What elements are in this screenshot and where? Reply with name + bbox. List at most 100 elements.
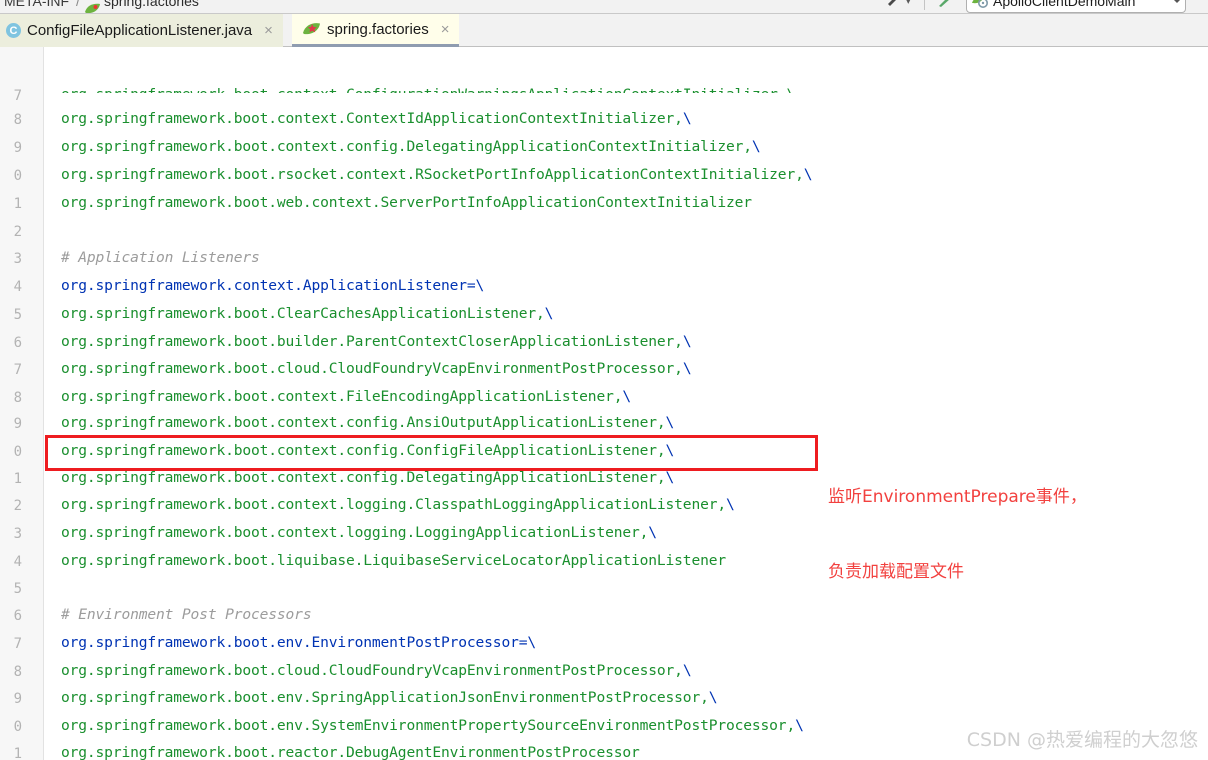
- code-token: =\: [518, 634, 536, 651]
- code-token: \: [622, 388, 631, 405]
- line-number: 1: [13, 196, 22, 212]
- java-class-icon: C: [6, 23, 21, 38]
- run-configuration-label: ApolloClientDemoMain: [993, 0, 1136, 9]
- line-comment-environment-post-processors[interactable]: # Environment Post Processors: [61, 607, 312, 623]
- line-ansi-output-listener[interactable]: org.springframework.boot.context.config.…: [61, 415, 674, 431]
- chevron-down-icon[interactable]: [1173, 0, 1181, 3]
- code-token: \: [682, 662, 692, 679]
- line-delegating-listener[interactable]: org.springframework.boot.context.config.…: [61, 470, 674, 486]
- line-spring-application-json-post-processor[interactable]: org.springframework.boot.env.SpringAppli…: [61, 689, 718, 706]
- line-number: 0: [13, 444, 22, 460]
- line-number: 3: [13, 251, 22, 267]
- line-number: 7: [13, 88, 22, 104]
- code-token: \: [708, 689, 718, 706]
- run-configuration-selector[interactable]: ApolloClientDemoMain: [966, 0, 1186, 13]
- line-application-listener-key[interactable]: org.springframework.context.ApplicationL…: [61, 278, 484, 294]
- line-delegating-context-initializer[interactable]: org.springframework.boot.context.config.…: [61, 139, 761, 155]
- code-token: \: [682, 110, 692, 127]
- code-token: org.springframework.boot.context.Context…: [61, 110, 683, 127]
- tab-config-file-application-listener[interactable]: C ConfigFileApplicationListener.java ×: [0, 14, 283, 47]
- code-token: \: [751, 138, 761, 155]
- code-token: org.springframework.boot.ClearCachesAppl…: [61, 305, 545, 322]
- csdn-watermark: CSDN @热爱编程的大忽悠: [966, 729, 1198, 751]
- breadcrumb-file[interactable]: spring.factories: [104, 0, 199, 9]
- code-token: org.springframework.boot.context.logging…: [61, 524, 649, 541]
- line-number: 2: [13, 224, 22, 240]
- code-token: org.springframework.boot.context.config.…: [61, 469, 666, 486]
- line-number: 6: [13, 608, 22, 624]
- build-hammer-icon[interactable]: [886, 0, 902, 13]
- line-system-environment-property-source-post-processor[interactable]: org.springframework.boot.env.SystemEnvir…: [61, 718, 804, 734]
- line-number: 8: [13, 112, 22, 128]
- code-content-area[interactable]: org.springframework.boot.context.Configu…: [45, 47, 1208, 760]
- toolbar-divider: [924, 0, 925, 10]
- line-clear-caches-listener[interactable]: org.springframework.boot.ClearCachesAppl…: [61, 306, 553, 322]
- line-clipped-top[interactable]: org.springframework.boot.context.Configu…: [61, 87, 795, 93]
- code-token: \: [665, 442, 675, 459]
- line-environment-post-processor-key[interactable]: org.springframework.boot.env.Environment…: [61, 635, 536, 651]
- line-rsocket-port-initializer[interactable]: org.springframework.boot.rsocket.context…: [61, 166, 813, 183]
- line-file-encoding-listener[interactable]: org.springframework.boot.context.FileEnc…: [61, 389, 631, 405]
- code-token: org.springframework.boot.rsocket.context…: [61, 166, 804, 183]
- line-number: 2: [13, 498, 22, 514]
- line-number: 9: [13, 691, 22, 707]
- code-token: =\: [466, 277, 485, 294]
- code-token: org.springframework.context.ApplicationL…: [61, 277, 467, 294]
- line-classpath-logging-listener[interactable]: org.springframework.boot.context.logging…: [61, 497, 735, 513]
- line-number: 7: [13, 636, 22, 652]
- chevron-down-icon[interactable]: ▾: [906, 0, 911, 7]
- code-token: org.springframework.boot.cloud.CloudFoun…: [61, 360, 683, 377]
- code-token: org.springframework.boot.env.SpringAppli…: [61, 689, 709, 706]
- code-token: org.springframework.boot.cloud.CloudFoun…: [61, 662, 683, 679]
- line-logging-listener[interactable]: org.springframework.boot.context.logging…: [61, 525, 657, 541]
- close-icon[interactable]: ×: [262, 23, 275, 38]
- line-number: 7: [13, 362, 22, 378]
- line-parent-context-closer-listener[interactable]: org.springframework.boot.builder.ParentC…: [61, 333, 692, 350]
- line-comment-application-listeners[interactable]: # Application Listeners: [61, 250, 260, 266]
- line-number: 5: [13, 581, 22, 597]
- line-number: 0: [13, 719, 22, 735]
- code-token: org.springframework.boot.context.config.…: [61, 138, 752, 155]
- spring-leaf-icon: [84, 1, 101, 13]
- line-server-port-initializer[interactable]: org.springframework.boot.web.context.Ser…: [61, 195, 752, 211]
- code-token: \: [665, 414, 675, 431]
- line-number: 5: [13, 307, 22, 323]
- code-token: org.springframework.boot.context.config.…: [61, 442, 666, 459]
- tab-label: spring.factories: [327, 20, 429, 38]
- line-number: 0: [13, 168, 22, 184]
- code-token: \: [682, 333, 692, 350]
- breadcrumb-toolbar-strip: META-INF / spring.factories ▾ ApolloClie…: [0, 0, 1208, 14]
- line-number: 3: [13, 526, 22, 542]
- code-token: org.springframework.boot.web.context.Ser…: [61, 194, 752, 211]
- code-token: \: [803, 166, 813, 183]
- spring-leaf-icon: [302, 22, 321, 36]
- code-token: org.springframework.boot.builder.ParentC…: [61, 333, 683, 350]
- line-context-id-initializer[interactable]: org.springframework.boot.context.Context…: [61, 110, 692, 127]
- code-token: org.springframework.boot.context.FileEnc…: [61, 388, 623, 405]
- tab-spring-factories[interactable]: spring.factories ×: [292, 14, 460, 47]
- code-editor[interactable]: 7 8 9 0 1 2 3 4 5 6 7 8 9 0 1 2 3 4 5 6 7 8 9 0 1 org.springfram…: [0, 47, 1208, 760]
- code-token: org.springframework.boot.context.logging…: [61, 496, 726, 513]
- breadcrumb-folder[interactable]: META-INF: [4, 0, 69, 9]
- line-config-file-listener[interactable]: org.springframework.boot.context.config.…: [61, 443, 674, 459]
- line-number: 8: [13, 664, 22, 680]
- annotation-line-1: 监听EnvironmentPrepare事件，: [828, 487, 1087, 507]
- line-liquibase-listener[interactable]: org.springframework.boot.liquibase.Liqui…: [61, 553, 726, 569]
- line-number: 4: [13, 554, 22, 570]
- line-cloudfoundry-vcap-post-processor-b[interactable]: org.springframework.boot.cloud.CloudFoun…: [61, 662, 692, 679]
- toolbar-right-group: ▾ ApolloClientDemoMain: [878, 0, 1208, 13]
- close-icon[interactable]: ×: [439, 22, 452, 37]
- line-debug-agent-post-processor[interactable]: org.springframework.boot.reactor.DebugAg…: [61, 745, 640, 760]
- breadcrumb-separator: /: [76, 0, 80, 9]
- code-token: \: [665, 469, 675, 486]
- ide-editor-window: META-INF / spring.factories ▾ ApolloClie…: [0, 0, 1208, 760]
- line-number-gutter: 7 8 9 0 1 2 3 4 5 6 7 8 9 0 1 2 3 4 5 6 7 8 9 0 1: [0, 47, 44, 760]
- line-number: 1: [13, 746, 22, 760]
- code-token: org.springframework.boot.env.Environment…: [61, 634, 519, 651]
- line-number: 9: [13, 416, 22, 432]
- editor-tab-bar: C ConfigFileApplicationListener.java × s…: [0, 14, 1208, 47]
- line-cloudfoundry-vcap-post-processor-a[interactable]: org.springframework.boot.cloud.CloudFoun…: [61, 360, 692, 377]
- code-token: \: [795, 717, 804, 734]
- run-green-arrow-icon[interactable]: [936, 0, 952, 13]
- code-token: org.springframework.boot.reactor.DebugAg…: [61, 744, 640, 760]
